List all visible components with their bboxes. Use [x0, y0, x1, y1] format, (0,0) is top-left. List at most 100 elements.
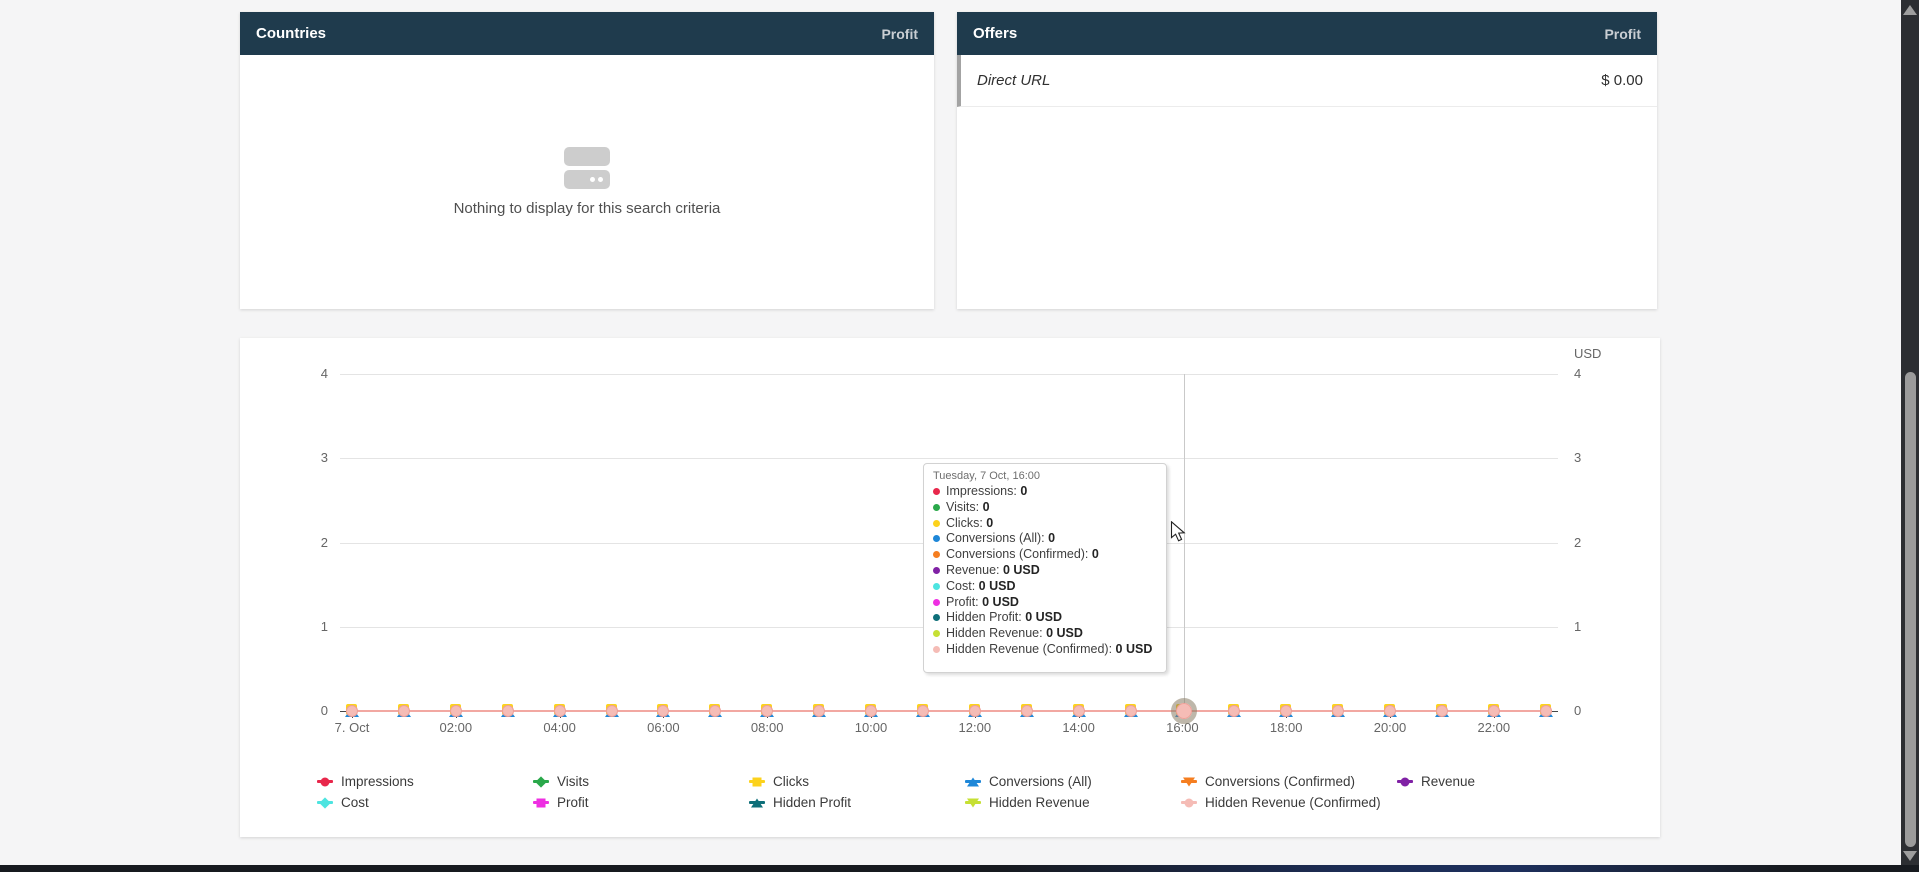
y-axis-label-right: 4 [1574, 366, 1614, 381]
tooltip-series-dot [933, 646, 940, 653]
y-axis-label-right: 3 [1574, 450, 1614, 465]
legend-item-hidden-revenue[interactable]: Hidden Revenue [965, 792, 1181, 813]
tooltip-series-dot [933, 488, 940, 495]
square-marker-icon [749, 775, 765, 789]
tooltip-series-dot [933, 599, 940, 606]
x-axis-label: 22:00 [1452, 720, 1536, 735]
legend-label: Visits [557, 774, 589, 789]
data-point-marker[interactable] [1124, 704, 1138, 718]
legend-label: Revenue [1421, 774, 1475, 789]
tooltip-item: Profit: 0 USD [933, 595, 1157, 611]
triangle-up-marker-icon [749, 796, 765, 810]
data-point-marker[interactable] [1279, 704, 1293, 718]
chart-legend: Impressions Visits ClicksConversions (All)… [317, 771, 1613, 813]
legend-item-visits[interactable]: Visits [533, 771, 749, 792]
y-axis-label-left: 0 [288, 703, 328, 718]
x-axis-label: 12:00 [933, 720, 1017, 735]
legend-item-hidden-revenue-confirmed[interactable]: Hidden Revenue (Confirmed) [1181, 792, 1397, 813]
tooltip-item: Conversions (Confirmed): 0 [933, 547, 1157, 563]
data-point-marker[interactable] [812, 704, 826, 718]
dashboard-screen: Countries Profit Nothing to display for … [0, 0, 1919, 872]
scroll-up-arrow-icon[interactable] [1903, 5, 1917, 15]
data-point-marker[interactable] [1487, 704, 1501, 718]
legend-label: Impressions [341, 774, 414, 789]
chart-card: USD 7. Oct02:0004:0006:0008:0010:0012:00… [240, 338, 1660, 837]
offers-panel-title: Offers [973, 25, 1017, 42]
tooltip-item: Cost: 0 USD [933, 579, 1157, 595]
legend-item-impressions[interactable]: Impressions [317, 771, 533, 792]
y-axis-label-left: 3 [288, 450, 328, 465]
x-axis-label: 20:00 [1348, 720, 1432, 735]
tooltip-series-dot [933, 535, 940, 542]
x-axis-label: 08:00 [725, 720, 809, 735]
data-point-marker[interactable] [1227, 704, 1241, 718]
data-point-marker[interactable] [708, 704, 722, 718]
data-point-marker[interactable] [1020, 704, 1034, 718]
database-icon [564, 147, 610, 189]
legend-item-conversions-confirmed[interactable]: Conversions (Confirmed) [1181, 771, 1397, 792]
scrollbar-thumb[interactable] [1905, 372, 1916, 847]
tooltip-series-dot [933, 520, 940, 527]
offers-panel-header: Offers Profit [957, 12, 1657, 55]
legend-item-hidden-profit[interactable]: Hidden Profit [749, 792, 965, 813]
scroll-down-arrow-icon[interactable] [1903, 851, 1917, 861]
data-point-marker[interactable] [968, 704, 982, 718]
tooltip-item: Impressions: 0 [933, 484, 1157, 500]
y-axis-label-right: 0 [1574, 703, 1614, 718]
data-point-marker[interactable] [397, 704, 411, 718]
circle-marker-icon [317, 775, 333, 789]
legend-item-cost[interactable]: Cost [317, 792, 533, 813]
data-point-marker[interactable] [1435, 704, 1449, 718]
data-point-marker[interactable] [1539, 704, 1553, 718]
legend-label: Conversions (Confirmed) [1205, 774, 1355, 789]
legend-label: Cost [341, 795, 369, 810]
mouse-cursor [1170, 521, 1190, 548]
triangle-up-marker-icon [965, 775, 981, 789]
data-point-marker[interactable] [449, 704, 463, 718]
hovered-data-point[interactable] [1176, 703, 1192, 719]
countries-panel: Countries Profit Nothing to display for … [240, 12, 934, 309]
vertical-scrollbar[interactable] [1901, 0, 1919, 866]
data-point-marker[interactable] [1072, 704, 1086, 718]
square-marker-icon [533, 796, 549, 810]
countries-profit-column-label: Profit [881, 26, 918, 42]
data-point-marker[interactable] [553, 704, 567, 718]
diamond-marker-icon [317, 796, 333, 810]
circle-marker-icon [1397, 775, 1413, 789]
data-point-marker[interactable] [1383, 704, 1397, 718]
circle-marker-icon [1181, 796, 1197, 810]
tooltip-item: Clicks: 0 [933, 516, 1157, 532]
bottom-taskbar [0, 865, 1919, 872]
y-axis-label-right: 1 [1574, 619, 1614, 634]
x-axis-label: 18:00 [1244, 720, 1328, 735]
legend-item-clicks[interactable]: Clicks [749, 771, 965, 792]
tooltip-title: Tuesday, 7 Oct, 16:00 [933, 470, 1157, 482]
offer-profit-value: $ 0.00 [1601, 72, 1643, 89]
series-zero-line [346, 710, 1552, 712]
countries-panel-header: Countries Profit [240, 12, 934, 55]
x-axis-label: 06:00 [621, 720, 705, 735]
data-point-marker[interactable] [1331, 704, 1345, 718]
legend-item-conversions-all[interactable]: Conversions (All) [965, 771, 1181, 792]
countries-empty-state: Nothing to display for this search crite… [240, 55, 934, 309]
legend-item-revenue[interactable]: Revenue [1397, 771, 1613, 792]
data-point-marker[interactable] [760, 704, 774, 718]
data-point-marker[interactable] [864, 704, 878, 718]
gridline [340, 458, 1558, 459]
tooltip-item: Revenue: 0 USD [933, 563, 1157, 579]
y-axis-label-right: 2 [1574, 535, 1614, 550]
data-point-marker[interactable] [656, 704, 670, 718]
legend-item-profit[interactable]: Profit [533, 792, 749, 813]
data-point-marker[interactable] [501, 704, 515, 718]
data-point-marker[interactable] [605, 704, 619, 718]
offer-row-direct-url[interactable]: Direct URL $ 0.00 [957, 55, 1657, 107]
tooltip-item: Hidden Revenue: 0 USD [933, 626, 1157, 642]
tooltip-series-dot [933, 630, 940, 637]
diamond-marker-icon [533, 775, 549, 789]
data-point-marker[interactable] [345, 704, 359, 718]
data-point-marker[interactable] [916, 704, 930, 718]
offers-profit-column-label: Profit [1604, 26, 1641, 42]
tooltip-series-dot [933, 504, 940, 511]
triangle-down-marker-icon [965, 796, 981, 810]
x-axis-label: 10:00 [829, 720, 913, 735]
